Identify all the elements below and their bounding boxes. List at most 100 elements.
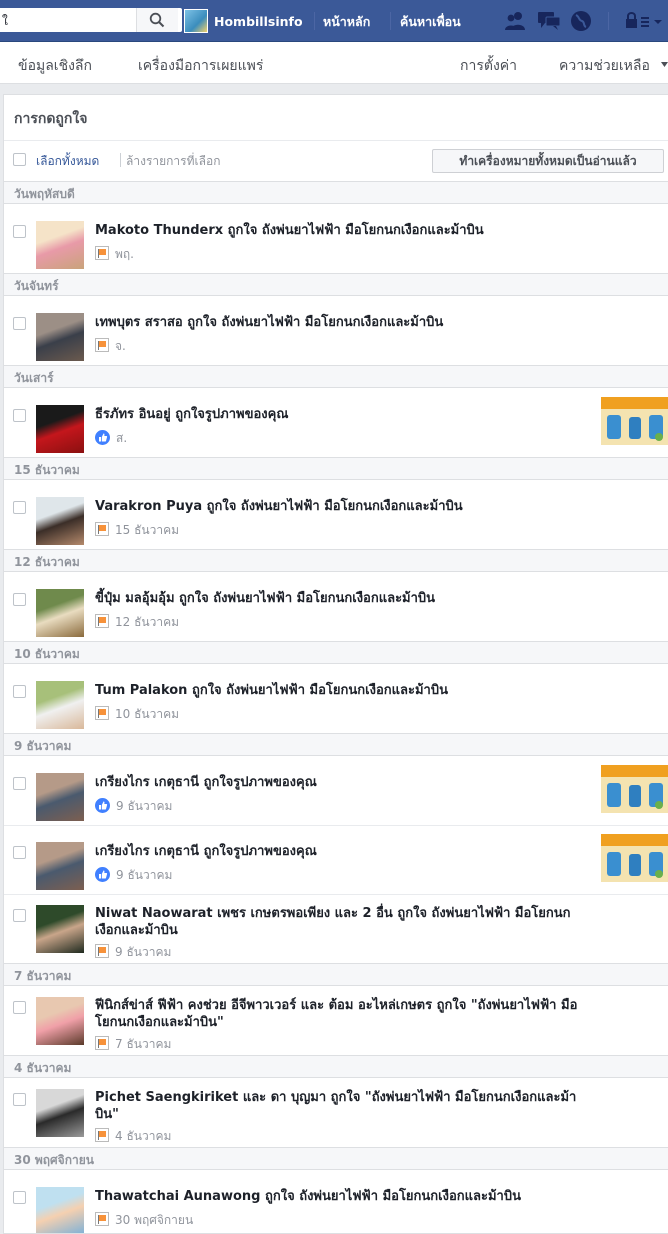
notification-text[interactable]: ธีรภัทร อินอยู่ ถูกใจรูปภาพของคุณ (95, 406, 595, 423)
date-header: 12 ธันวาคม (4, 549, 668, 572)
date-label: วันพฤหัสบดี (14, 187, 75, 201)
friend-requests-icon[interactable] (503, 10, 527, 32)
row-checkbox[interactable] (13, 317, 26, 330)
post-thumbnail[interactable] (601, 834, 668, 882)
timestamp: 30 พฤศจิกายน (115, 1213, 194, 1227)
search-icon (149, 12, 165, 28)
avatar[interactable] (36, 681, 84, 729)
notification-meta: 9 ธันวาคม (95, 866, 172, 885)
avatar[interactable] (36, 405, 84, 453)
row-checkbox[interactable] (13, 909, 26, 922)
avatar[interactable] (36, 589, 84, 637)
avatar[interactable] (36, 221, 84, 269)
divider (608, 12, 609, 30)
notification-row[interactable]: Thawatchai Aunawong ถูกใจ ถังพ่นยาไฟฟ้า … (4, 1171, 668, 1233)
date-header: วันจันทร์ (4, 273, 668, 296)
row-checkbox[interactable] (13, 1093, 26, 1106)
notification-row[interactable]: Niwat Naowarat เพชร เกษตรพอเพียง และ 2 อ… (4, 895, 668, 963)
notification-text[interactable]: Thawatchai Aunawong ถูกใจ ถังพ่นยาไฟฟ้า … (95, 1188, 595, 1205)
profile-link[interactable]: Hombillsinfo (184, 9, 303, 33)
tab-insights[interactable]: ข้อมูลเชิงลึก (18, 55, 92, 77)
home-link[interactable]: หน้าหลัก (323, 12, 370, 32)
notification-row[interactable]: ฟีนิกส์ข่าส์ ฟีฟ้า คงช่วย อีจีพาวเวอร์ แ… (4, 987, 668, 1055)
row-checkbox[interactable] (13, 685, 26, 698)
date-header: 7 ธันวาคม (4, 963, 668, 986)
notification-meta: จ. (95, 337, 126, 356)
row-checkbox[interactable] (13, 1191, 26, 1204)
find-friends-link[interactable]: ค้นหาเพื่อน (400, 12, 461, 32)
row-checkbox[interactable] (13, 1001, 26, 1014)
search-button[interactable] (136, 8, 178, 32)
page-flag-icon (95, 1128, 109, 1142)
timestamp: 12 ธันวาคม (115, 615, 180, 629)
notification-row[interactable]: Makoto Thunderx ถูกใจ ถังพ่นยาไฟฟ้า มือโ… (4, 205, 668, 273)
clear-selection-link[interactable]: ล้างรายการที่เลือก (126, 152, 220, 171)
timestamp: 10 ธันวาคม (115, 707, 180, 721)
avatar[interactable] (36, 773, 84, 821)
chevron-down-icon[interactable] (661, 62, 668, 67)
avatar[interactable] (36, 905, 84, 953)
notification-meta: 10 ธันวาคม (95, 705, 179, 724)
notification-text[interactable]: เกรียงไกร เกตุธานี ถูกใจรูปภาพของคุณ (95, 843, 595, 860)
notification-row[interactable]: Varakron Puya ถูกใจ ถังพ่นยาไฟฟ้า มือโยก… (4, 481, 668, 549)
notification-text[interactable]: Pichet Saengkiriket และ ดา บุญมา ถูกใจ "… (95, 1089, 595, 1123)
search-box[interactable]: ใ (0, 8, 182, 32)
tab-help[interactable]: ความช่วยเหลือ (559, 55, 650, 77)
avatar (184, 9, 208, 33)
notification-row[interactable]: เกรียงไกร เกตุธานี ถูกใจรูปภาพของคุณ 9 ธั… (4, 826, 668, 894)
select-all-link[interactable]: เลือกทั้งหมด (36, 152, 99, 171)
notification-text[interactable]: ขี้ปุ๋ม มลอุ้มอุ้ม ถูกใจ ถังพ่นยาไฟฟ้า ม… (95, 590, 595, 607)
post-thumbnail[interactable] (601, 765, 668, 813)
notification-text[interactable]: เกรียงไกร เกตุธานี ถูกใจรูปภาพของคุณ (95, 774, 595, 791)
date-header: 30 พฤศจิกายน (4, 1147, 668, 1170)
messages-icon[interactable] (537, 10, 561, 32)
notification-row[interactable]: เทพบุตร สราสอ ถูกใจ ถังพ่นยาไฟฟ้า มือโยก… (4, 297, 668, 365)
mark-all-read-button[interactable]: ทำเครื่องหมายทั้งหมดเป็นอ่านแล้ว (432, 149, 664, 173)
timestamp: 9 ธันวาคม (116, 799, 173, 813)
avatar[interactable] (36, 1187, 84, 1233)
likes-panel: การกดถูกใจ เลือกทั้งหมด ล้างรายการที่เลื… (3, 94, 668, 1234)
tab-publishing-tools[interactable]: เครื่องมือการเผยแพร่ (138, 55, 263, 77)
notification-row[interactable]: ขี้ปุ๋ม มลอุ้มอุ้ม ถูกใจ ถังพ่นยาไฟฟ้า ม… (4, 573, 668, 641)
notification-text[interactable]: ฟีนิกส์ข่าส์ ฟีฟ้า คงช่วย อีจีพาวเวอร์ แ… (95, 997, 595, 1031)
notification-row[interactable]: ธีรภัทร อินอยู่ ถูกใจรูปภาพของคุณส. (4, 389, 668, 457)
timestamp: พฤ. (115, 247, 134, 261)
page-flag-icon (95, 706, 109, 720)
row-checkbox[interactable] (13, 225, 26, 238)
row-checkbox[interactable] (13, 501, 26, 514)
date-header: 9 ธันวาคม (4, 733, 668, 756)
tab-settings[interactable]: การตั้งค่า (460, 55, 517, 77)
notification-text[interactable]: เทพบุตร สราสอ ถูกใจ ถังพ่นยาไฟฟ้า มือโยก… (95, 314, 595, 331)
avatar[interactable] (36, 1089, 84, 1137)
row-checkbox[interactable] (13, 777, 26, 790)
notification-text[interactable]: Makoto Thunderx ถูกใจ ถังพ่นยาไฟฟ้า มือโ… (95, 222, 595, 239)
notification-row[interactable]: Tum Palakon ถูกใจ ถังพ่นยาไฟฟ้า มือโยกนก… (4, 665, 668, 733)
avatar[interactable] (36, 842, 84, 890)
divider (314, 12, 315, 30)
search-input[interactable]: ใ (2, 12, 8, 31)
page-flag-icon (95, 1212, 109, 1226)
timestamp: 4 ธันวาคม (115, 1129, 172, 1143)
avatar[interactable] (36, 997, 84, 1045)
globe-icon[interactable] (570, 10, 592, 32)
lock-menu-icon[interactable] (624, 10, 662, 32)
timestamp: 7 ธันวาคม (115, 1037, 172, 1051)
notification-text[interactable]: Tum Palakon ถูกใจ ถังพ่นยาไฟฟ้า มือโยกนก… (95, 682, 595, 699)
row-checkbox[interactable] (13, 846, 26, 859)
notification-row[interactable]: Pichet Saengkiriket และ ดา บุญมา ถูกใจ "… (4, 1079, 668, 1147)
row-checkbox[interactable] (13, 593, 26, 606)
select-all-checkbox[interactable] (13, 153, 26, 166)
profile-name: Hombillsinfo (214, 13, 303, 29)
divider (120, 153, 121, 167)
notification-text[interactable]: Niwat Naowarat เพชร เกษตรพอเพียง และ 2 อ… (95, 905, 595, 939)
row-checkbox[interactable] (13, 409, 26, 422)
notification-text[interactable]: Varakron Puya ถูกใจ ถังพ่นยาไฟฟ้า มือโยก… (95, 498, 595, 515)
avatar[interactable] (36, 313, 84, 361)
post-thumbnail[interactable] (601, 397, 668, 445)
like-icon (95, 429, 110, 445)
notification-row[interactable]: เกรียงไกร เกตุธานี ถูกใจรูปภาพของคุณ 9 ธั… (4, 757, 668, 825)
notification-meta: ส. (95, 429, 127, 448)
avatar[interactable] (36, 497, 84, 545)
date-label: 4 ธันวาคม (14, 1061, 72, 1075)
top-bar: ใ Hombillsinfo หน้าหลัก ค้นหาเพื่อน (0, 0, 668, 42)
